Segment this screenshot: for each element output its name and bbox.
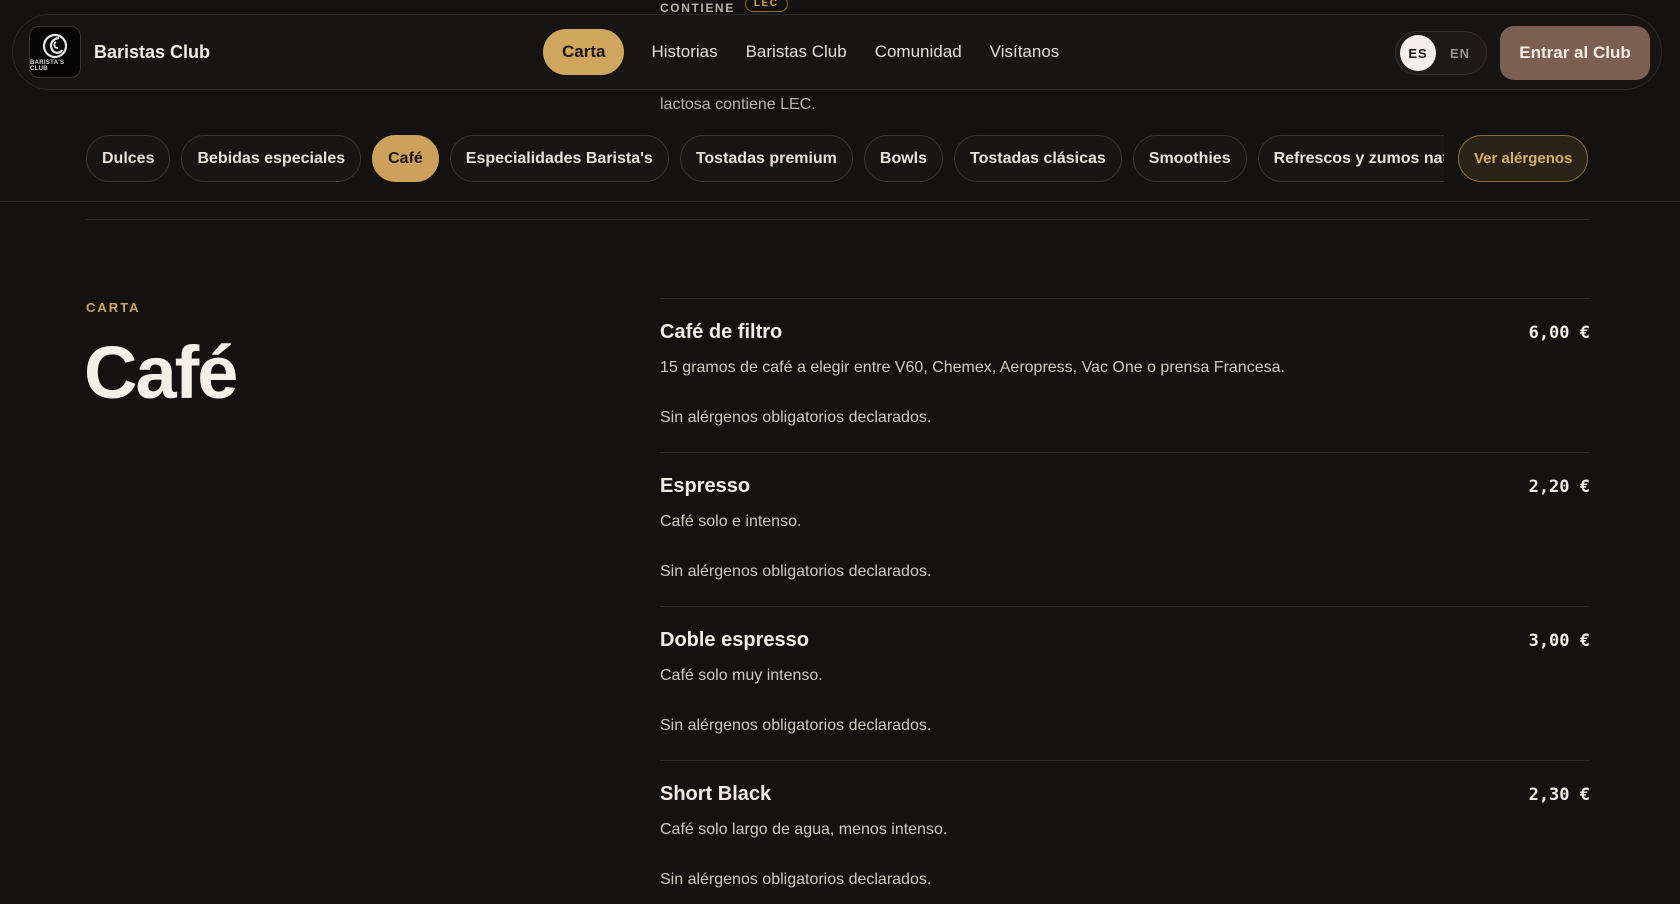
item-description: 15 gramos de café a elegir entre V60, Ch… xyxy=(660,359,1285,376)
item-price: 3,00 € xyxy=(1528,631,1590,651)
section-kicker: CARTA xyxy=(86,300,141,315)
item-description: Café solo largo de agua, menos intenso. xyxy=(660,821,948,838)
allergen-tag: LEC xyxy=(744,0,788,12)
chip-tostadas-premium[interactable]: Tostadas premium xyxy=(679,135,853,182)
content-divider xyxy=(86,219,1590,220)
language-switcher: ES EN xyxy=(1395,31,1487,75)
nav-item-carta[interactable]: Carta xyxy=(543,29,625,75)
lang-es-button[interactable]: ES xyxy=(1400,35,1436,71)
brand-name: Baristas Club xyxy=(94,41,211,62)
view-allergens-button[interactable]: Ver alérgenos xyxy=(1458,135,1589,182)
coffee-bean-logo-icon xyxy=(42,33,68,58)
menu-item: Doble espresso 3,00 € Café solo muy inte… xyxy=(660,606,1590,760)
join-club-button[interactable]: Entrar al Club xyxy=(1500,26,1650,80)
category-chips: Dulces Bebidas especiales Café Especiali… xyxy=(86,135,1444,183)
item-description: Café solo e intenso. xyxy=(660,513,802,530)
lang-en-button[interactable]: EN xyxy=(1450,46,1470,61)
nav-item-baristas-club[interactable]: Baristas Club xyxy=(746,42,847,62)
item-allergens: Sin alérgenos obligatorios declarados. xyxy=(660,563,932,580)
chip-cafe[interactable]: Café xyxy=(372,135,439,182)
menu-list: Café de filtro 6,00 € 15 gramos de café … xyxy=(660,298,1590,904)
chip-smoothies[interactable]: Smoothies xyxy=(1132,135,1247,182)
brand[interactable]: BARISTA'S CLUB Baristas Club xyxy=(29,26,210,78)
item-price: 6,00 € xyxy=(1528,323,1590,343)
item-allergens: Sin alérgenos obligatorios declarados. xyxy=(660,409,932,426)
scrolled-text-line: lactosa contiene LEC. xyxy=(660,96,816,113)
item-allergens: Sin alérgenos obligatorios declarados. xyxy=(660,717,932,734)
item-name: Short Black xyxy=(660,783,772,805)
item-price: 2,20 € xyxy=(1528,477,1590,497)
chip-especialidades-baristas[interactable]: Especialidades Barista's xyxy=(449,135,669,182)
menu-item: Short Black 2,30 € Café solo largo de ag… xyxy=(660,760,1590,904)
nav-item-historias[interactable]: Historias xyxy=(651,42,717,62)
chip-tostadas-clasicas[interactable]: Tostadas clásicas xyxy=(954,135,1122,182)
section-title: Café xyxy=(84,331,238,414)
item-name: Doble espresso xyxy=(660,629,809,651)
nav-item-comunidad[interactable]: Comunidad xyxy=(875,42,962,62)
menu-item: Espresso 2,20 € Café solo e intenso. Sin… xyxy=(660,452,1590,606)
item-price: 2,30 € xyxy=(1528,785,1590,805)
logo-text: BARISTA'S CLUB xyxy=(30,59,65,72)
contains-label: CONTIENE xyxy=(660,1,735,15)
nav-item-visitanos[interactable]: Visítanos xyxy=(990,42,1060,62)
chips-divider xyxy=(0,201,1680,202)
main-nav: Carta Historias Baristas Club Comunidad … xyxy=(543,29,1059,75)
item-description: Café solo muy intenso. xyxy=(660,667,823,684)
item-name: Café de filtro xyxy=(660,321,783,343)
chip-dulces[interactable]: Dulces xyxy=(86,135,171,182)
site-header: BARISTA'S CLUB Baristas Club Carta Histo… xyxy=(12,14,1662,90)
chip-bebidas-especiales[interactable]: Bebidas especiales xyxy=(181,135,362,182)
chip-bowls[interactable]: Bowls xyxy=(863,135,944,182)
item-name: Espresso xyxy=(660,475,751,497)
menu-item: Café de filtro 6,00 € 15 gramos de café … xyxy=(660,298,1590,452)
item-allergens: Sin alérgenos obligatorios declarados. xyxy=(660,871,932,888)
brand-logo: BARISTA'S CLUB xyxy=(29,26,81,78)
chip-refrescos-zumos[interactable]: Refrescos y zumos naturales xyxy=(1257,135,1444,182)
